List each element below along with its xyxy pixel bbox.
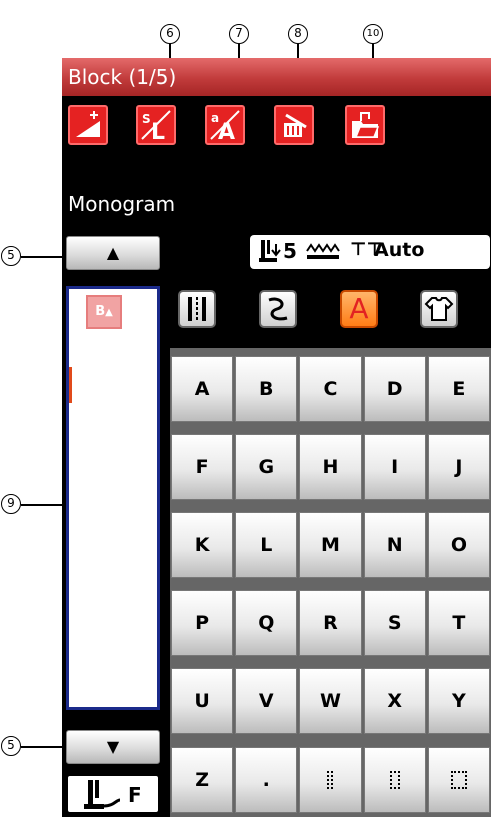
key-spacing-4[interactable] xyxy=(427,746,490,813)
stitch-category-utility[interactable] xyxy=(178,290,216,328)
key-o[interactable]: O xyxy=(427,512,490,579)
key-m[interactable]: M xyxy=(299,512,362,579)
key-y[interactable]: Y xyxy=(427,668,490,735)
key-e[interactable]: E xyxy=(427,356,490,423)
spacing-icon xyxy=(389,770,400,789)
letter-size-icon: S L xyxy=(141,110,171,141)
feed-dog-icon xyxy=(306,243,340,259)
key-w[interactable]: W xyxy=(299,668,362,735)
spacing-icon xyxy=(450,770,467,789)
case-toggle-icon: a A xyxy=(210,110,240,141)
key-d[interactable]: D xyxy=(363,356,426,423)
presser-foot-letter: F xyxy=(128,783,142,807)
presser-foot-button[interactable]: F xyxy=(66,774,160,814)
stitch-category-shirt[interactable] xyxy=(420,290,458,328)
key-f[interactable]: F xyxy=(171,434,234,501)
arrow-down-icon: ▼ xyxy=(106,737,120,756)
thread-tension-value: Auto xyxy=(374,239,425,261)
key-s[interactable]: S xyxy=(363,590,426,657)
key-i[interactable]: I xyxy=(363,434,426,501)
key-u[interactable]: U xyxy=(171,668,234,735)
monogram-category-icon: A xyxy=(349,292,369,325)
callout-8: 8 xyxy=(288,24,308,44)
key-r[interactable]: R xyxy=(299,590,362,657)
callout-5-bottom: 5 xyxy=(1,736,21,756)
callout-10: 10 xyxy=(363,24,383,44)
svg-text:S: S xyxy=(142,112,151,126)
key-c[interactable]: C xyxy=(299,356,362,423)
sewing-machine-screen: Block (1/5) S L a A Monogram ▲ B▲ ▼ 5 ⊤⊤… xyxy=(62,58,491,817)
callout-9: 9 xyxy=(1,494,21,514)
key-g[interactable]: G xyxy=(235,434,298,501)
shirt-icon xyxy=(424,297,454,321)
key-x[interactable]: X xyxy=(363,668,426,735)
spacing-icon xyxy=(327,770,334,789)
key-period[interactable]: . xyxy=(235,746,298,813)
scroll-up-button[interactable]: ▲ xyxy=(66,236,160,270)
callout-5-top: 5 xyxy=(1,246,21,266)
utility-stitch-icon xyxy=(188,297,206,321)
stitch-combination-list[interactable]: B▲ xyxy=(66,286,160,710)
key-t[interactable]: T xyxy=(427,590,490,657)
key-p[interactable]: P xyxy=(171,590,234,657)
file-open-button[interactable] xyxy=(345,105,385,145)
presser-foot-icon xyxy=(259,240,281,262)
stitch-width-adjust-icon xyxy=(76,111,100,137)
stitch-category-decorative[interactable] xyxy=(259,290,297,328)
scroll-down-button[interactable]: ▼ xyxy=(66,730,160,764)
stitch-status-bar: 5 ⊤⊤ Auto xyxy=(250,235,490,269)
key-l[interactable]: L xyxy=(235,512,298,579)
key-b[interactable]: B xyxy=(235,356,298,423)
key-a[interactable]: A xyxy=(171,356,234,423)
key-k[interactable]: K xyxy=(171,512,234,579)
case-toggle-button[interactable]: a A xyxy=(205,105,245,145)
key-spacing-2[interactable] xyxy=(299,746,362,813)
key-z[interactable]: Z xyxy=(171,746,234,813)
callout-6: 6 xyxy=(160,24,180,44)
delete-icon xyxy=(284,113,307,137)
arrow-up-icon: ▲ xyxy=(106,243,120,262)
screen-title: Block (1/5) xyxy=(62,58,491,96)
delete-button[interactable] xyxy=(274,105,314,145)
key-j[interactable]: J xyxy=(427,434,490,501)
letter-size-button[interactable]: S L xyxy=(136,105,176,145)
key-v[interactable]: V xyxy=(235,668,298,735)
insertion-cursor xyxy=(69,367,72,403)
decorative-stitch-icon xyxy=(268,297,288,321)
list-block-label: B xyxy=(95,304,106,319)
key-q[interactable]: Q xyxy=(235,590,298,657)
key-n[interactable]: N xyxy=(363,512,426,579)
stitch-category-monogram[interactable]: A xyxy=(340,290,378,328)
presser-foot-number: 5 xyxy=(283,239,297,263)
callout-7: 7 xyxy=(229,24,249,44)
character-keypad: ABCDE FGHIJ KLMNO PQRST UVWXY Z. xyxy=(170,348,491,817)
key-h[interactable]: H xyxy=(299,434,362,501)
key-spacing-3[interactable] xyxy=(363,746,426,813)
stitch-width-adjust-button[interactable] xyxy=(68,105,108,145)
file-open-icon xyxy=(352,112,380,138)
section-label: Monogram xyxy=(68,192,176,216)
presser-foot-f-icon xyxy=(84,780,120,809)
list-block-icon: B▲ xyxy=(86,295,122,329)
